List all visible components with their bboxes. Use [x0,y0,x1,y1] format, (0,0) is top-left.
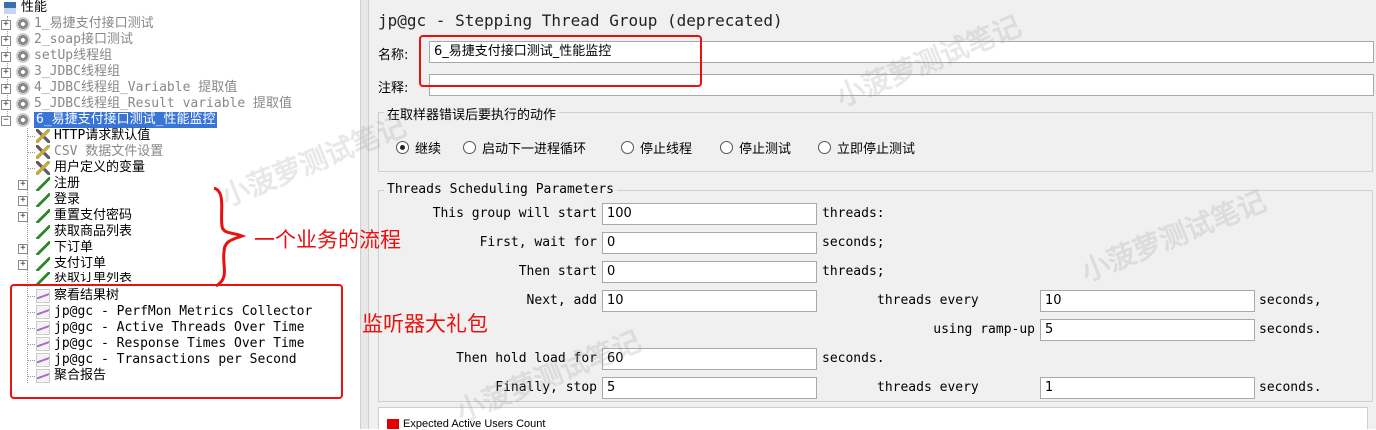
expand-toggle[interactable]: + [1,52,11,62]
expand-toggle[interactable]: + [1,84,11,94]
tree-thread-group[interactable]: 4_JDBC线程组_Variable 提取值 [16,80,237,96]
then-start-field[interactable]: 0 [602,261,817,283]
start-label: This group will start [432,206,597,221]
legend-label: Expected Active Users Count [403,418,546,429]
radio-icon [621,141,634,154]
next-add-field[interactable]: 10 [602,290,817,312]
tree-thread-group[interactable]: setUp线程组 [16,48,112,64]
expand-toggle[interactable]: + [18,180,28,190]
stop-unit: seconds. [1259,380,1322,395]
panel-title: jp@gc - Stepping Thread Group (deprecate… [378,11,783,30]
tree-thread-group[interactable]: 2_soap接口测试 [16,32,133,48]
gear-icon [16,17,30,31]
tree-sampler[interactable]: 登录 [36,192,80,208]
hold-label: Then hold load for [456,351,597,366]
expand-toggle[interactable]: + [1,36,11,46]
scheduling-title: Threads Scheduling Parameters [384,182,617,197]
error-action-title: 在取样器错误后要执行的动作 [384,104,560,123]
radio-stop-test[interactable]: 停止测试 [720,138,791,157]
name-label: 名称: [378,48,409,63]
next-every-field[interactable]: 10 [1040,290,1255,312]
next-unit: seconds, [1259,293,1322,308]
sampler-icon [36,241,50,255]
then-start-unit: threads; [822,264,885,279]
wrench-icon [36,145,50,159]
expand-toggle[interactable]: + [1,100,11,110]
expand-toggle[interactable]: + [18,260,28,270]
hold-unit: seconds. [822,351,885,366]
wait-label: First, wait for [479,235,597,250]
test-plan-icon [4,2,16,14]
gear-icon [16,113,30,127]
tree-thread-group[interactable]: 3_JDBC线程组 [16,64,120,80]
stop-field[interactable]: 5 [602,377,817,399]
legend-swatch [387,419,399,429]
tree-thread-group[interactable]: 1_易捷支付接口测试 [16,16,154,32]
annotation-listeners: 监听器大礼包 [362,312,488,336]
sampler-icon [36,193,50,207]
radio-stop-thread[interactable]: 停止线程 [621,138,692,157]
ramp-up-unit: seconds. [1259,322,1322,337]
next-every-label: threads every [877,293,979,308]
tree-config-element[interactable]: HTTP请求默认值 [36,128,150,144]
chart-legend: Expected Active Users Count [378,407,1368,429]
radio-icon [818,141,831,154]
collapse-toggle[interactable]: − [1,116,11,126]
start-threads-field[interactable]: 100 [602,203,817,225]
gear-icon [16,33,30,47]
tree-thread-group-selected[interactable]: 6_易捷支付接口测试_性能监控 [16,112,218,128]
gear-icon [16,81,30,95]
next-add-label: Next, add [526,293,597,308]
wrench-icon [36,129,50,143]
radio-start-next-loop[interactable]: 启动下一进程循环 [463,138,586,157]
sampler-icon [36,272,50,284]
tree-sampler[interactable]: 重置支付密码 [36,208,132,224]
tree-thread-group[interactable]: 5_JDBC线程组_Result variable 提取值 [16,96,292,112]
radio-icon [463,141,476,154]
tree-sampler[interactable]: 获取商品列表 [36,224,132,240]
sampler-icon [36,225,50,239]
tree-config-element[interactable]: CSV 数据文件设置 [36,144,163,160]
expand-toggle[interactable]: + [1,20,11,30]
curly-brace-mark [213,186,247,288]
ramp-up-field[interactable]: 5 [1040,319,1255,341]
tree-sampler[interactable]: 下订单 [36,240,93,256]
tree-config-element[interactable]: 用户定义的变量 [36,160,145,176]
sampler-icon [36,257,50,271]
pane-splitter[interactable] [360,0,369,429]
gear-icon [16,49,30,63]
expand-toggle[interactable]: + [18,244,28,254]
gear-icon [16,65,30,79]
radio-icon [720,141,733,154]
hold-field[interactable]: 60 [602,348,817,370]
listeners-highlight-box [10,284,343,399]
radio-selected-icon [396,141,409,154]
tree-sampler[interactable]: 注册 [36,176,80,192]
name-highlight-box [419,35,702,87]
sampler-icon [36,177,50,191]
annotation-business-flow: 一个业务的流程 [254,228,401,252]
tree-sampler[interactable]: 获取订单列表 [36,272,132,284]
then-start-label: Then start [518,264,597,279]
gear-icon [16,97,30,111]
stop-every-label: threads every [877,380,979,395]
radio-stop-test-now[interactable]: 立即停止测试 [818,138,915,157]
radio-continue[interactable]: 继续 [396,138,441,157]
wait-field[interactable]: 0 [602,232,817,254]
tree-root[interactable]: 性能 [4,0,47,16]
wrench-icon [36,161,50,175]
wait-unit: seconds; [822,235,885,250]
comment-label: 注释: [378,81,409,96]
expand-toggle[interactable]: + [18,212,28,222]
tree-sampler[interactable]: 支付订单 [36,256,106,272]
expand-toggle[interactable]: + [1,68,11,78]
start-unit: threads: [822,206,885,221]
sampler-icon [36,209,50,223]
expand-toggle[interactable]: + [18,196,28,206]
ramp-up-label: using ramp-up [933,322,1035,337]
stop-every-field[interactable]: 1 [1040,377,1255,399]
stop-label: Finally, stop [495,380,597,395]
